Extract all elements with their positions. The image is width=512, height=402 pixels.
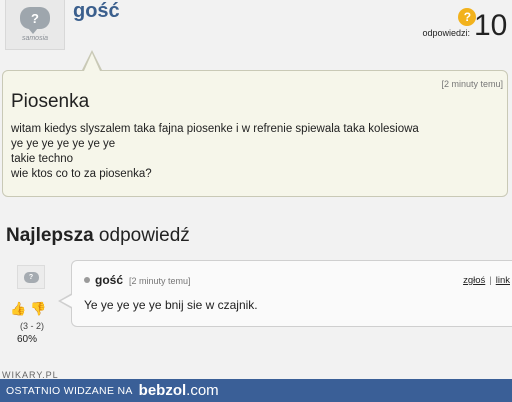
footer-logo[interactable]: bebzol.com: [139, 382, 219, 399]
thumbs-up-icon[interactable]: 👍: [10, 302, 26, 316]
question-body: witam kiedys slyszalem taka fajna piosen…: [11, 122, 419, 182]
question-card-pointer-fill: [84, 53, 100, 71]
question-title: Piosenka: [11, 91, 90, 112]
vote-percent: 60%: [17, 334, 38, 345]
answer-author-name[interactable]: gość: [95, 273, 123, 287]
question-card: [2 minuty temu] Piosenka witam kiedys sl…: [2, 70, 508, 197]
question-body-line: witam kiedys slyszalem taka fajna piosen…: [11, 123, 419, 135]
separator: |: [489, 275, 492, 286]
permalink-link[interactable]: link: [496, 275, 510, 286]
answer-actions: zgłoś | link: [463, 275, 510, 286]
answers-counter: ? odpowiedzi: 10: [422, 6, 512, 40]
answers-label: odpowiedzi:: [422, 28, 470, 38]
thumbs-down-icon[interactable]: 👎: [30, 302, 46, 316]
answer-author-avatar[interactable]: ?: [17, 265, 45, 289]
answer-text: Ye ye ye ye ye bnij sie w czajnik.: [84, 298, 258, 312]
question-body-line: wie ktos co to za piosenka?: [11, 168, 152, 180]
footer-text: OSTATNIO WIDZANE NA: [6, 384, 133, 397]
footer-banner: OSTATNIO WIDZANE NA bebzol.com: [0, 379, 512, 402]
avatar-question-icon: ?: [20, 7, 50, 34]
answer-card: gość [2 minuty temu] zgłoś | link Ye ye ye…: [71, 260, 512, 327]
question-body-line: takie techno: [11, 153, 74, 165]
avatar-brand-label: samosia: [21, 35, 49, 42]
bullet-icon: [84, 277, 90, 283]
best-answer-heading: Najlepsza odpowiedź: [6, 225, 190, 246]
answers-count: 10: [474, 12, 508, 40]
question-body-line: ye ye ye ye ye ye ye: [11, 138, 116, 150]
question-time: [2 minuty temu]: [441, 79, 503, 89]
avatar-question-icon: ?: [23, 271, 39, 283]
answer-card-pointer-fill: [61, 295, 72, 307]
report-link[interactable]: zgłoś: [463, 275, 485, 286]
vote-controls: 👍 👎: [10, 302, 46, 316]
answer-time: [2 minuty temu]: [129, 276, 191, 286]
answer-header: gość [2 minuty temu]: [84, 273, 191, 287]
question-author-avatar[interactable]: ? samosia: [5, 0, 65, 50]
question-author-name[interactable]: gość: [73, 0, 120, 23]
vote-counts: (3 - 2): [20, 321, 45, 331]
